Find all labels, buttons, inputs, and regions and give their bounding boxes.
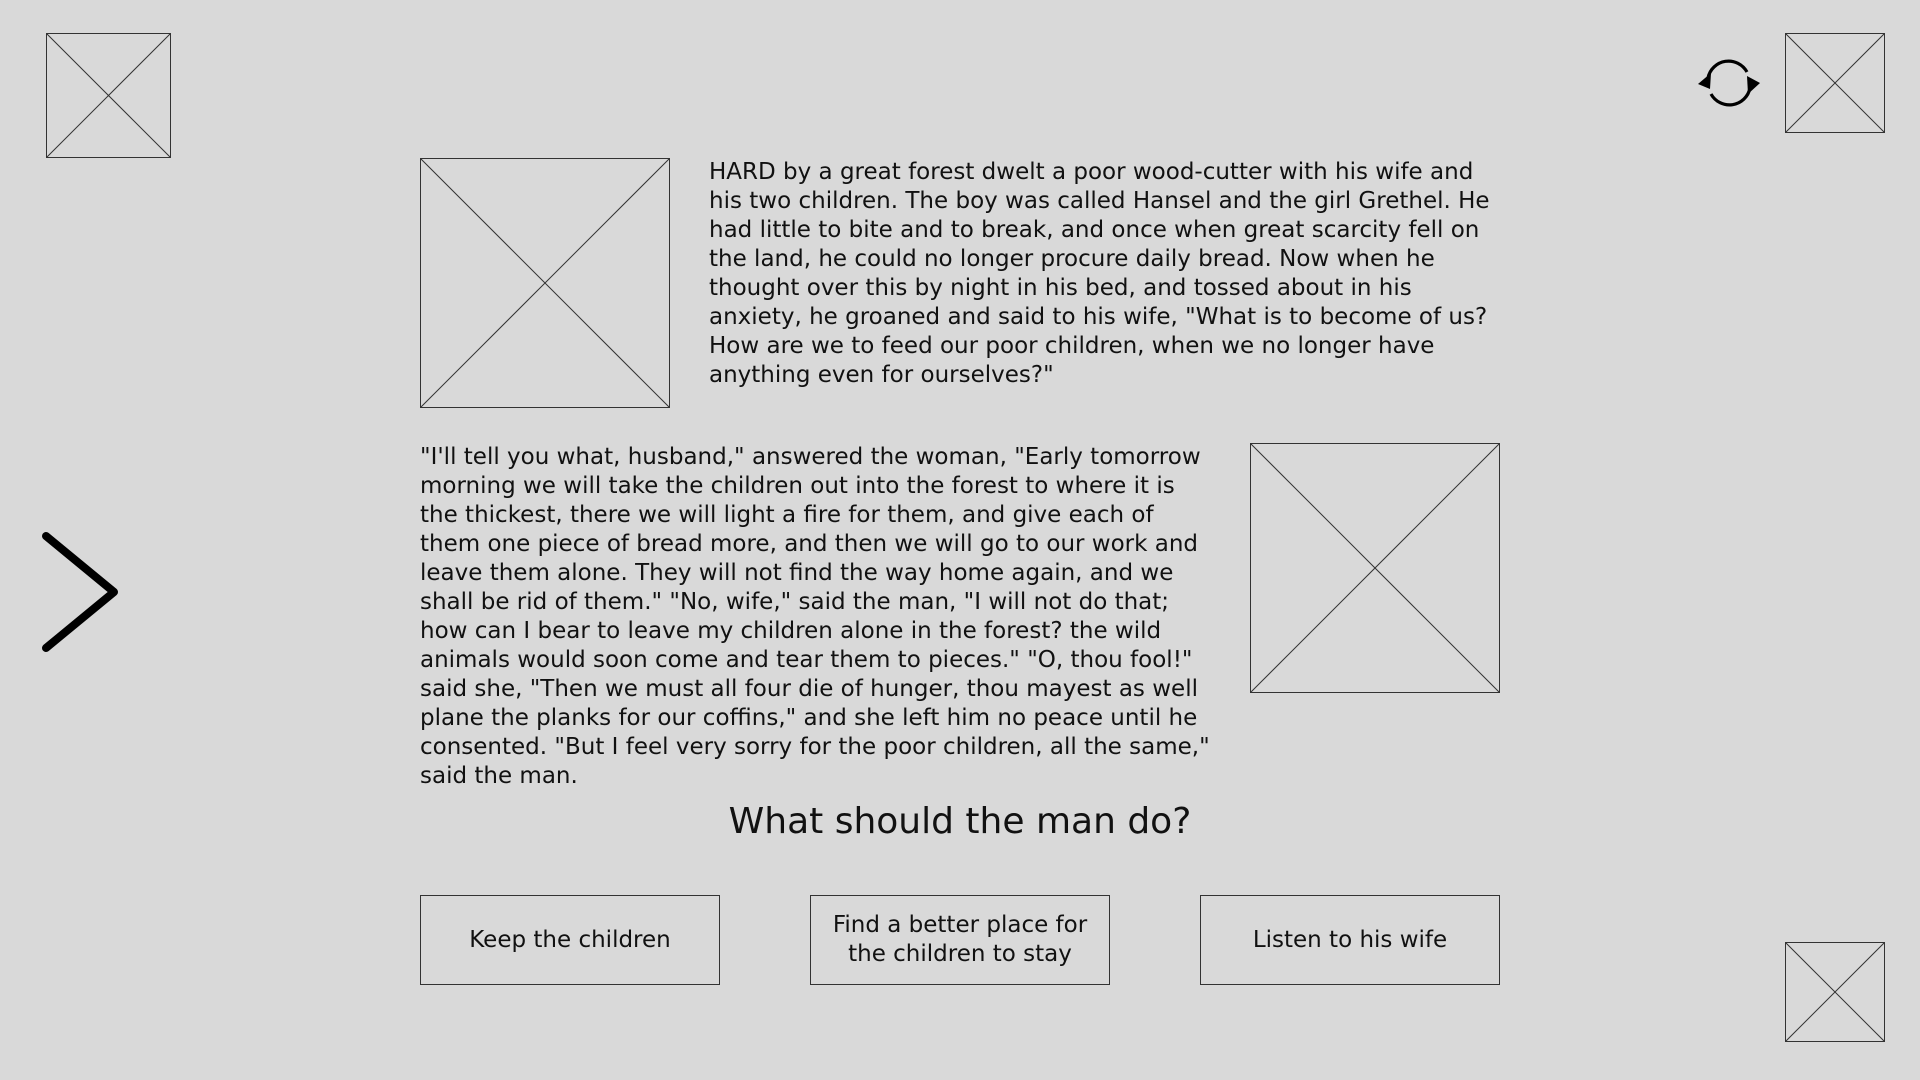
choice-button-keep-children[interactable]: Keep the children bbox=[420, 895, 720, 985]
refresh-icon[interactable] bbox=[1694, 52, 1764, 114]
choice-button-find-better-place[interactable]: Find a better place for the children to … bbox=[810, 895, 1110, 985]
story-paragraph-1: HARD by a great forest dwelt a poor wood… bbox=[709, 159, 1490, 388]
question-heading: What should the man do? bbox=[728, 801, 1192, 842]
top-right-image-placeholder bbox=[1785, 33, 1885, 133]
top-left-image-placeholder bbox=[46, 33, 171, 158]
story-paragraph-2: "I'll tell you what, husband," answered … bbox=[420, 444, 1210, 789]
choice-button-listen-to-wife[interactable]: Listen to his wife bbox=[1200, 895, 1500, 985]
bottom-right-image-placeholder bbox=[1785, 942, 1885, 1042]
chevron-right-icon[interactable] bbox=[38, 530, 124, 655]
story-image-2 bbox=[1250, 443, 1500, 693]
choice-label: Find a better place for the children to … bbox=[832, 912, 1088, 967]
choice-label: Listen to his wife bbox=[1252, 926, 1448, 953]
choice-label: Keep the children bbox=[469, 926, 671, 953]
story-image-1 bbox=[420, 158, 670, 408]
